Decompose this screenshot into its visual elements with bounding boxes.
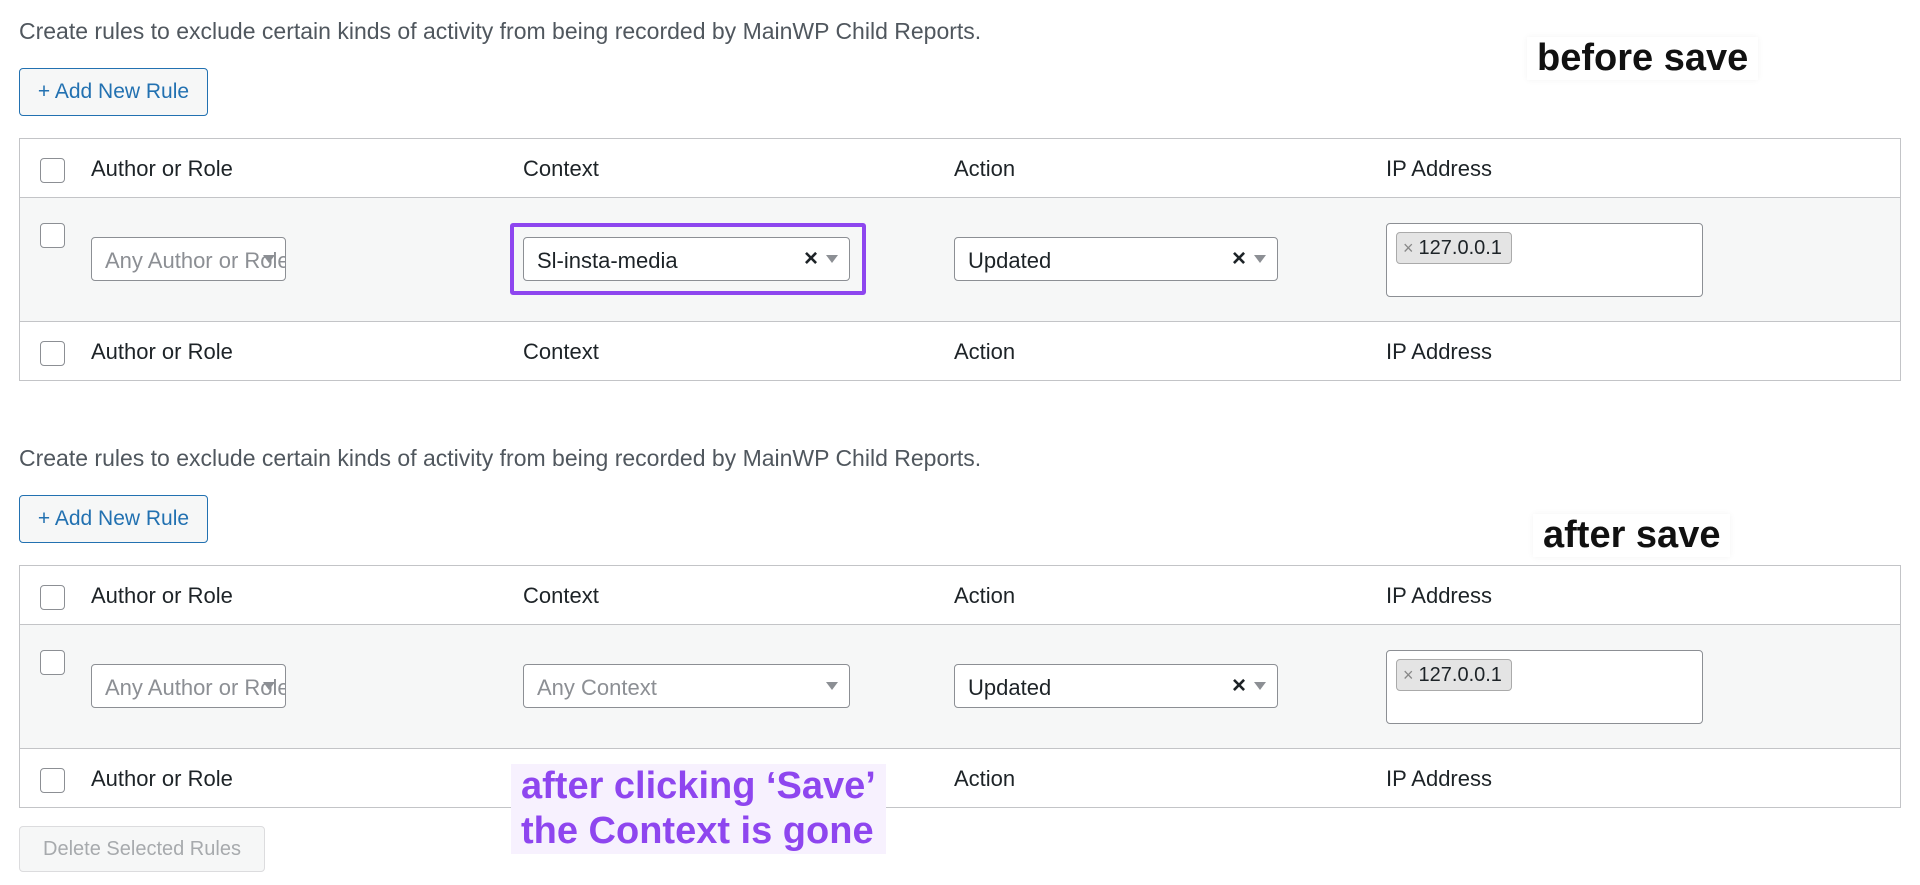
callout-line-2: the Context is gone bbox=[521, 810, 874, 852]
exclude-rules-table: Author or Role Context Action IP Address… bbox=[19, 565, 1901, 808]
context-placeholder: Any Context bbox=[537, 675, 657, 700]
ip-tag-label: 127.0.0.1 bbox=[1418, 236, 1502, 259]
exclude-description: Create rules to exclude certain kinds of… bbox=[19, 445, 982, 471]
table-row: Any Author or Role Any Context Updated ×… bbox=[20, 625, 1900, 749]
ip-address-input[interactable]: × 127.0.0.1 bbox=[1386, 650, 1703, 724]
annotation-after-save: after save bbox=[1533, 514, 1731, 557]
author-role-placeholder: Any Author or Role bbox=[105, 248, 286, 273]
callout-line-1: after clicking ‘Save’ bbox=[521, 765, 876, 807]
add-new-rule-button[interactable]: + Add New Rule bbox=[19, 68, 208, 116]
action-select[interactable]: Updated × bbox=[954, 664, 1278, 708]
annotation-before-save: before save bbox=[1527, 37, 1759, 80]
column-footer-author[interactable]: Author or Role bbox=[91, 339, 233, 365]
chevron-down-icon bbox=[263, 682, 275, 690]
clear-icon[interactable]: × bbox=[1232, 672, 1246, 700]
chevron-down-icon bbox=[826, 682, 838, 690]
chevron-down-icon bbox=[263, 255, 275, 263]
column-header-context[interactable]: Context bbox=[523, 583, 599, 609]
add-new-rule-button[interactable]: + Add New Rule bbox=[19, 495, 208, 543]
remove-tag-icon[interactable]: × bbox=[1403, 238, 1414, 259]
select-all-checkbox[interactable] bbox=[40, 158, 65, 183]
action-select[interactable]: Updated × bbox=[954, 237, 1278, 281]
column-header-author[interactable]: Author or Role bbox=[91, 583, 233, 609]
ip-tag: × 127.0.0.1 bbox=[1396, 232, 1512, 264]
action-value: Updated bbox=[968, 675, 1052, 700]
context-value: Sl-insta-media bbox=[537, 248, 678, 273]
column-header-context[interactable]: Context bbox=[523, 156, 599, 182]
column-header-action[interactable]: Action bbox=[954, 156, 1015, 182]
select-all-checkbox-footer[interactable] bbox=[40, 341, 65, 366]
column-footer-context[interactable]: Context bbox=[523, 339, 599, 365]
exclude-rules-table: Author or Role Context Action IP Address… bbox=[19, 138, 1901, 381]
exclude-description: Create rules to exclude certain kinds of… bbox=[19, 18, 982, 44]
table-header-row: Author or Role Context Action IP Address bbox=[20, 566, 1900, 625]
select-all-checkbox-footer[interactable] bbox=[40, 768, 65, 793]
row-checkbox[interactable] bbox=[40, 223, 65, 248]
table-row: Any Author or Role Sl-insta-media × Upda… bbox=[20, 198, 1900, 322]
column-footer-action[interactable]: Action bbox=[954, 766, 1015, 792]
chevron-down-icon bbox=[826, 255, 838, 263]
column-header-action[interactable]: Action bbox=[954, 583, 1015, 609]
column-footer-action[interactable]: Action bbox=[954, 339, 1015, 365]
ip-tag: × 127.0.0.1 bbox=[1396, 659, 1512, 691]
remove-tag-icon[interactable]: × bbox=[1403, 665, 1414, 686]
column-footer-ip[interactable]: IP Address bbox=[1386, 766, 1492, 792]
context-select[interactable]: Any Context bbox=[523, 664, 850, 708]
table-footer-row: Author or Role Action IP Address bbox=[20, 749, 1900, 807]
author-role-select[interactable]: Any Author or Role bbox=[91, 664, 286, 708]
author-role-placeholder: Any Author or Role bbox=[105, 675, 286, 700]
action-value: Updated bbox=[968, 248, 1052, 273]
select-all-checkbox[interactable] bbox=[40, 585, 65, 610]
table-footer-row: Author or Role Context Action IP Address bbox=[20, 322, 1900, 380]
column-header-author[interactable]: Author or Role bbox=[91, 156, 233, 182]
author-role-select[interactable]: Any Author or Role bbox=[91, 237, 286, 281]
column-header-ip[interactable]: IP Address bbox=[1386, 156, 1492, 182]
annotation-callout: after clicking ‘Save’ the Context is gon… bbox=[511, 764, 886, 854]
delete-selected-rules-button[interactable]: Delete Selected Rules bbox=[19, 826, 265, 872]
context-select[interactable]: Sl-insta-media × bbox=[523, 237, 850, 281]
ip-tag-label: 127.0.0.1 bbox=[1418, 663, 1502, 686]
clear-icon[interactable]: × bbox=[1232, 245, 1246, 273]
chevron-down-icon bbox=[1254, 682, 1266, 690]
clear-icon[interactable]: × bbox=[804, 245, 818, 273]
column-footer-ip[interactable]: IP Address bbox=[1386, 339, 1492, 365]
chevron-down-icon bbox=[1254, 255, 1266, 263]
ip-address-input[interactable]: × 127.0.0.1 bbox=[1386, 223, 1703, 297]
column-header-ip[interactable]: IP Address bbox=[1386, 583, 1492, 609]
column-footer-author[interactable]: Author or Role bbox=[91, 766, 233, 792]
row-checkbox[interactable] bbox=[40, 650, 65, 675]
table-header-row: Author or Role Context Action IP Address bbox=[20, 139, 1900, 198]
